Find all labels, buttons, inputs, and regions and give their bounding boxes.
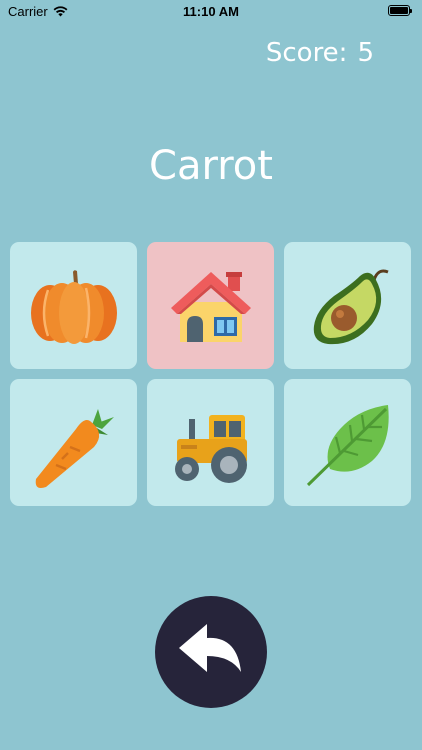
leaf-icon: [306, 404, 389, 486]
tractor-icon: [174, 414, 247, 483]
avocado-icon: [313, 269, 389, 344]
tile-house[interactable]: [147, 242, 274, 369]
tile-leaf[interactable]: [284, 379, 411, 506]
battery-icon: [388, 5, 412, 16]
status-bar: Carrier 11:10 AM: [0, 0, 422, 22]
house-icon: [170, 271, 251, 342]
score-value: 5: [357, 38, 374, 68]
tile-tractor[interactable]: [147, 379, 274, 506]
tile-pumpkin[interactable]: [10, 242, 137, 369]
battery-fill: [390, 7, 408, 14]
score-display: Score: 5: [266, 38, 374, 68]
tile-avocado[interactable]: [284, 242, 411, 369]
target-word: Carrot: [149, 143, 273, 189]
back-button[interactable]: [155, 596, 267, 708]
score-label: Score:: [265, 38, 348, 68]
status-time: 11:10 AM: [183, 4, 239, 19]
tile-carrot[interactable]: [10, 379, 137, 506]
carrot-icon: [35, 408, 114, 488]
pumpkin-icon: [30, 269, 117, 344]
answer-grid: [10, 242, 412, 506]
back-arrow-icon: [179, 624, 241, 672]
